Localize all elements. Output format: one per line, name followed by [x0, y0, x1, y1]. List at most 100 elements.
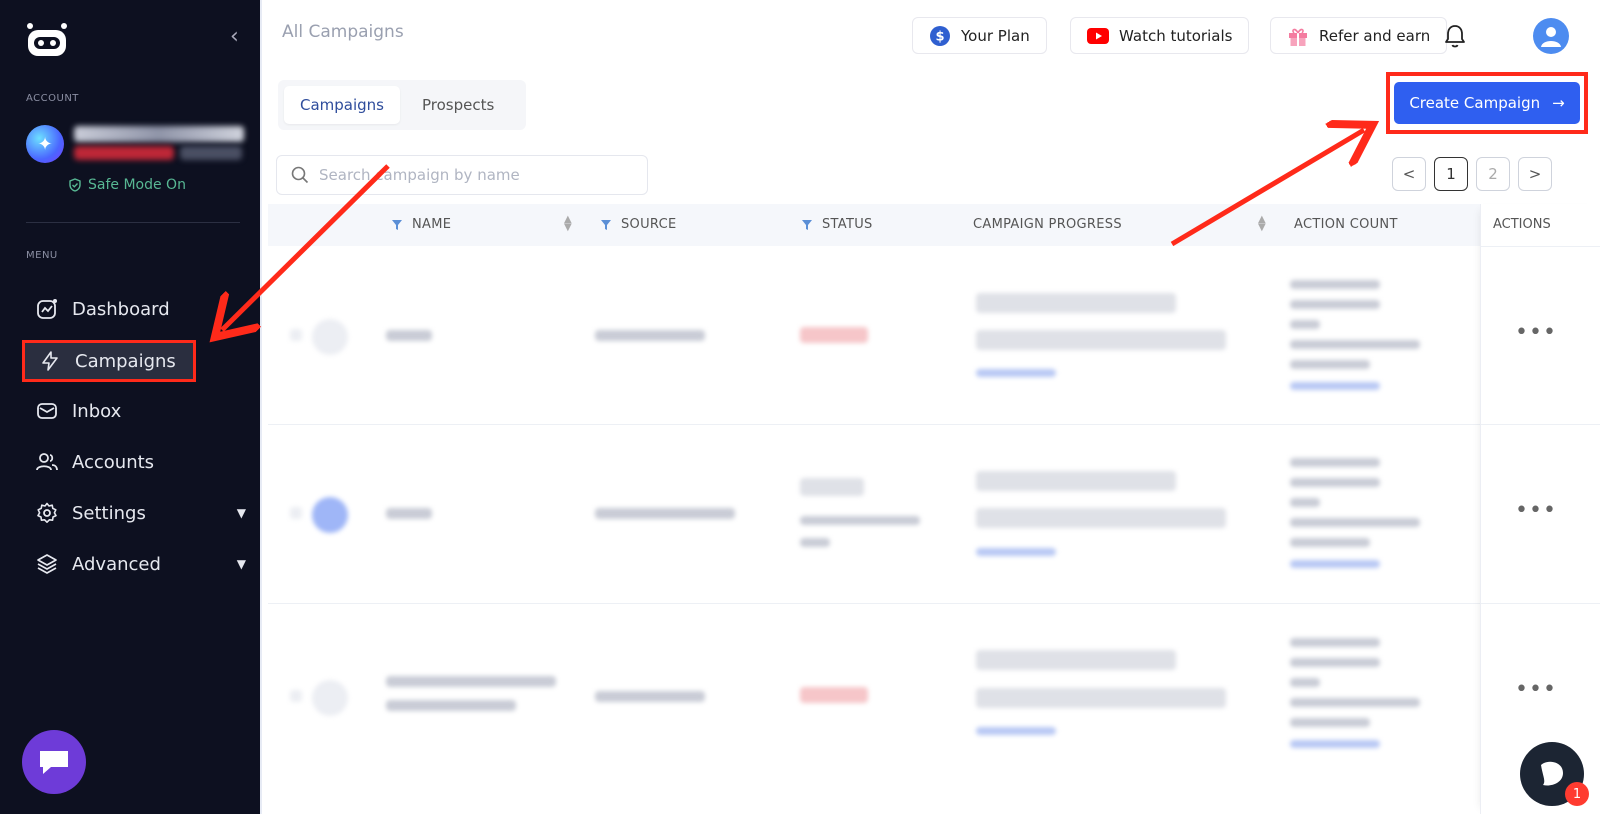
account-extra-blurred	[180, 146, 242, 160]
robot-logo-icon[interactable]	[24, 22, 70, 58]
your-plan-button[interactable]: $ Your Plan	[912, 17, 1047, 54]
column-header-source[interactable]: SOURCE	[601, 217, 676, 232]
sidebar: ‹ ACCOUNT ✦ Safe Mode On MENU Dashboard …	[0, 0, 260, 814]
row-checkbox[interactable]	[290, 329, 302, 341]
blurred-text	[595, 691, 705, 702]
pagination-page-2[interactable]: 2	[1476, 157, 1510, 191]
blurred-progress	[976, 293, 1176, 313]
watch-tutorials-label: Watch tutorials	[1119, 26, 1233, 45]
blurred-text	[386, 700, 516, 711]
sort-icon[interactable]: ▲ ▼	[1258, 215, 1266, 233]
tab-campaigns[interactable]: Campaigns	[284, 86, 401, 124]
column-name-label: NAME	[412, 217, 452, 232]
blurred-status-badge	[800, 687, 868, 703]
blurred-text	[1290, 360, 1370, 369]
blurred-text	[1290, 538, 1370, 547]
account-avatar[interactable]: ✦	[26, 125, 64, 163]
blurred-link	[1290, 560, 1380, 568]
blurred-text	[1290, 698, 1420, 707]
sort-icon[interactable]: ▲ ▼	[564, 215, 572, 233]
blurred-progress	[976, 508, 1226, 528]
filter-icon[interactable]	[392, 219, 402, 230]
row-checkbox[interactable]	[290, 507, 302, 519]
watch-tutorials-button[interactable]: Watch tutorials	[1070, 17, 1250, 54]
dollar-icon: $	[930, 25, 950, 46]
sidebar-item-campaigns[interactable]: Campaigns	[22, 340, 196, 382]
sidebar-item-settings[interactable]: Settings ▼	[36, 494, 246, 532]
sidebar-item-label: Settings	[72, 502, 146, 524]
blurred-text	[1290, 320, 1320, 329]
chat-support-button[interactable]	[22, 730, 86, 794]
layers-icon	[37, 554, 57, 574]
tab-prospects[interactable]: Prospects	[406, 86, 510, 124]
account-status-blurred	[74, 146, 174, 160]
your-plan-label: Your Plan	[961, 26, 1030, 45]
shield-check-icon	[69, 178, 81, 192]
refer-and-earn-label: Refer and earn	[1319, 26, 1431, 45]
filter-icon[interactable]	[601, 219, 611, 230]
column-progress-label: CAMPAIGN PROGRESS	[973, 217, 1122, 232]
blurred-text	[1290, 718, 1370, 727]
arrow-right-icon: →	[1552, 94, 1565, 112]
create-campaign-button[interactable]: Create Campaign →	[1394, 82, 1580, 124]
sidebar-item-dashboard[interactable]: Dashboard	[36, 290, 246, 328]
sidebar-item-inbox[interactable]: Inbox	[36, 392, 246, 430]
search-box[interactable]	[276, 155, 648, 195]
collapse-sidebar-icon[interactable]: ‹	[230, 24, 239, 49]
mail-icon	[37, 403, 57, 419]
blurred-text	[386, 330, 432, 341]
row-avatar	[312, 497, 348, 533]
account-section-label: ACCOUNT	[26, 93, 79, 104]
blurred-link	[1290, 740, 1380, 748]
filter-icon[interactable]	[802, 219, 812, 230]
blurred-progress	[976, 688, 1226, 708]
blurred-text	[595, 508, 735, 519]
user-icon	[1541, 27, 1561, 47]
blurred-text	[1290, 458, 1380, 467]
blurred-text	[1290, 340, 1420, 349]
column-header-name[interactable]: NAME	[392, 217, 451, 232]
gift-icon	[1289, 28, 1307, 46]
notification-badge: 1	[1565, 782, 1589, 806]
sidebar-divider	[26, 222, 240, 223]
chat-icon	[40, 751, 68, 774]
row-actions-menu-button[interactable]: •••	[1515, 498, 1557, 523]
blurred-text	[386, 508, 432, 519]
safe-mode-label: Safe Mode On	[88, 177, 186, 193]
bell-icon[interactable]	[1439, 20, 1471, 52]
account-name-blurred	[74, 126, 244, 142]
blurred-text	[386, 676, 556, 687]
caret-down-icon: ▼	[236, 506, 246, 520]
column-header-progress[interactable]: CAMPAIGN PROGRESS	[973, 217, 1122, 232]
youtube-icon	[1087, 27, 1109, 44]
column-header-status[interactable]: STATUS	[802, 217, 873, 232]
blurred-text	[1290, 638, 1380, 647]
blurred-link	[1290, 382, 1380, 390]
menu-section-label: MENU	[26, 250, 58, 261]
row-actions-menu-button[interactable]: •••	[1515, 677, 1557, 702]
sidebar-item-accounts[interactable]: Accounts	[36, 443, 246, 481]
refer-and-earn-button[interactable]: Refer and earn	[1270, 17, 1448, 54]
pagination-prev-button[interactable]: <	[1392, 157, 1426, 191]
gear-icon	[37, 502, 57, 523]
sidebar-item-advanced[interactable]: Advanced ▼	[36, 545, 246, 583]
blurred-text	[1290, 658, 1380, 667]
row-actions-menu-button[interactable]: •••	[1515, 320, 1557, 345]
pagination-page-1[interactable]: 1	[1434, 157, 1468, 191]
help-chat-icon	[1541, 761, 1563, 786]
sidebar-item-label: Accounts	[72, 451, 155, 473]
row-checkbox[interactable]	[290, 690, 302, 702]
pagination-next-button[interactable]: >	[1518, 157, 1552, 191]
blurred-progress	[976, 650, 1176, 670]
blurred-text	[1290, 300, 1380, 309]
row-avatar	[312, 319, 348, 355]
search-input[interactable]	[319, 166, 619, 184]
sidebar-item-label: Inbox	[72, 400, 122, 422]
create-campaign-label: Create Campaign	[1409, 94, 1541, 112]
column-header-action-count[interactable]: ACTION COUNT	[1294, 217, 1398, 232]
sidebar-item-label: Dashboard	[72, 298, 170, 320]
column-status-label: STATUS	[822, 217, 873, 232]
blurred-status-badge	[800, 327, 868, 343]
row-divider	[1481, 246, 1600, 247]
user-avatar[interactable]	[1533, 18, 1569, 54]
